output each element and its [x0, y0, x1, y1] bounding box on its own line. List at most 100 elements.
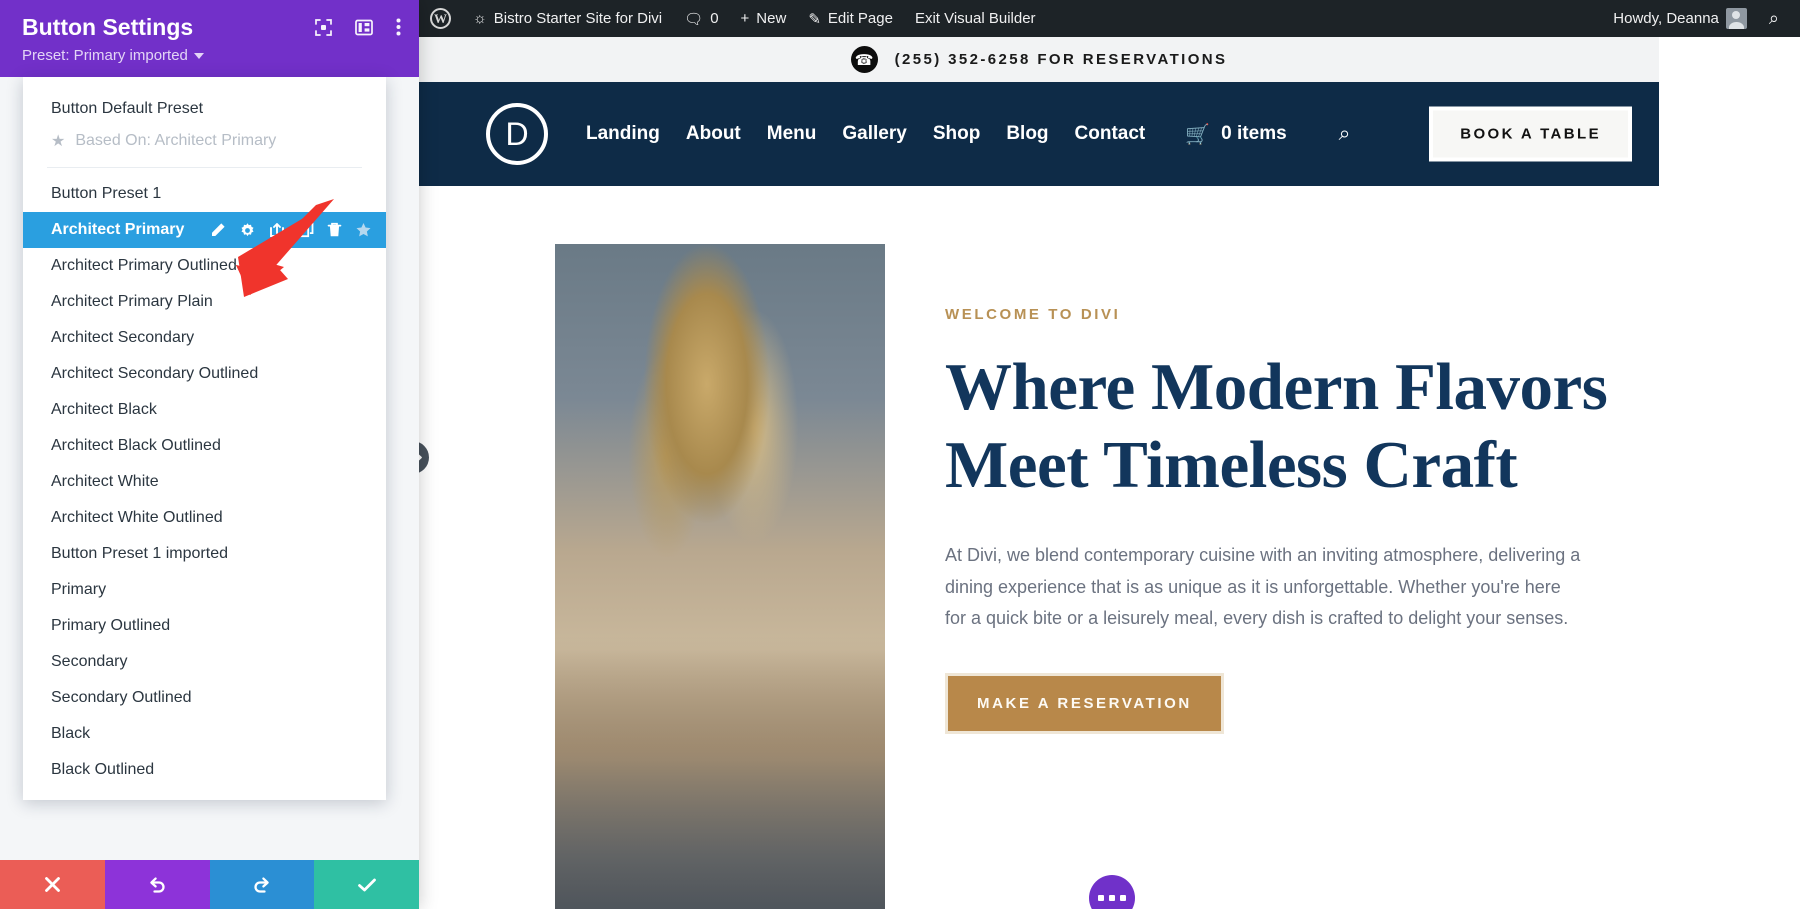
nav-item-about[interactable]: About — [686, 123, 741, 145]
howdy-label: Howdy, Deanna — [1613, 10, 1719, 27]
hero-image — [555, 244, 885, 909]
edit-page-link[interactable]: ✎ Edit Page — [797, 0, 904, 37]
cart-icon: 🛒 — [1185, 123, 1211, 146]
make-a-reservation-button[interactable]: MAKE A RESERVATION — [945, 672, 1224, 734]
dropdown-based-on-row: ★ Based On: Architect Primary — [23, 127, 386, 161]
layout-columns-icon[interactable] — [355, 19, 373, 36]
site-name-label: Bistro Starter Site for Divi — [493, 10, 663, 27]
redo-button[interactable] — [209, 860, 315, 909]
comments-link[interactable]: 🗨 0 — [673, 0, 729, 37]
dropdown-item-default-preset[interactable]: Button Default Preset — [23, 91, 386, 127]
plus-icon: + — [740, 10, 750, 27]
new-content-button[interactable]: + New — [730, 0, 798, 37]
dropdown-item-button-preset-1-imported[interactable]: Button Preset 1 imported — [23, 536, 386, 572]
hero-section: WELCOME TO DIVI Where Modern Flavors Mee… — [419, 186, 1659, 909]
avatar — [1725, 8, 1747, 29]
nav-item-menu[interactable]: Menu — [767, 123, 817, 145]
preset-row-actions — [210, 222, 372, 239]
panel-footer-actions — [0, 860, 419, 909]
site-navbar: D Landing About Menu Gallery Shop Blog C… — [419, 82, 1659, 186]
hero-title: Where Modern Flavors Meet Timeless Craft — [945, 350, 1608, 502]
primary-nav: Landing About Menu Gallery Shop Blog Con… — [586, 122, 1350, 147]
dropdown-item-architect-white[interactable]: Architect White — [23, 464, 386, 500]
dropdown-item-secondary-outlined[interactable]: Secondary Outlined — [23, 680, 386, 716]
edit-pencil-icon[interactable] — [210, 222, 226, 238]
admin-bar-left-group: W ☼ Bistro Starter Site for Divi 🗨 0 + N… — [419, 0, 1047, 37]
star-icon: ★ — [51, 133, 66, 150]
new-label: New — [756, 10, 787, 27]
nav-item-landing[interactable]: Landing — [586, 123, 660, 145]
dot-3-icon — [1120, 895, 1126, 901]
close-x-icon — [44, 877, 60, 892]
dropdown-item-architect-secondary[interactable]: Architect Secondary — [23, 320, 386, 356]
nav-item-contact[interactable]: Contact — [1075, 123, 1146, 145]
hero-eyebrow: WELCOME TO DIVI — [945, 306, 1121, 323]
checkmark-icon — [357, 878, 376, 891]
preset-label: Preset: Primary imported — [22, 47, 188, 64]
logo-letter: D — [505, 115, 529, 152]
nav-search-icon[interactable]: ⌕ — [1339, 122, 1351, 146]
export-upload-icon[interactable] — [269, 222, 285, 238]
dropdown-item-architect-black-outlined[interactable]: Architect Black Outlined — [23, 428, 386, 464]
wp-logo-button[interactable]: W — [419, 0, 462, 37]
dropdown-item-primary-outlined[interactable]: Primary Outlined — [23, 608, 386, 644]
gear-icon[interactable] — [239, 222, 256, 239]
focus-target-icon[interactable] — [315, 18, 332, 36]
dropdown-item-architect-secondary-outlined[interactable]: Architect Secondary Outlined — [23, 356, 386, 392]
button-settings-panel: Button Settings Preset: Primary imported — [0, 0, 419, 909]
dropdown-item-architect-primary[interactable]: Architect Primary — [23, 212, 386, 248]
account-menu[interactable]: Howdy, Deanna — [1602, 0, 1758, 37]
dropdown-item-button-preset-1[interactable]: Button Preset 1 — [23, 176, 386, 212]
dropdown-item-architect-primary-outlined[interactable]: Architect Primary Outlined — [23, 248, 386, 284]
site-name-link[interactable]: ☼ Bistro Starter Site for Divi — [462, 0, 673, 37]
wordpress-logo-icon: W — [430, 8, 451, 29]
dropdown-item-architect-white-outlined[interactable]: Architect White Outlined — [23, 500, 386, 536]
wordpress-admin-bar: W ☼ Bistro Starter Site for Divi 🗨 0 + N… — [419, 0, 1800, 37]
cart-widget[interactable]: 🛒 0 items — [1185, 122, 1286, 147]
phone-icon: ☎ — [850, 46, 878, 73]
dot-1-icon — [1098, 895, 1104, 901]
admin-bar-right-group: Howdy, Deanna ⌕ — [1602, 0, 1800, 37]
based-on-label: Based On: Architect Primary — [75, 132, 277, 149]
duplicate-icon[interactable] — [298, 222, 314, 238]
nav-item-gallery[interactable]: Gallery — [842, 123, 906, 145]
dropdown-item-secondary[interactable]: Secondary — [23, 644, 386, 680]
comment-bubble-icon: 🗨 — [684, 10, 704, 28]
panel-header-icons — [315, 18, 401, 36]
dot-2-icon — [1109, 895, 1115, 901]
nav-item-blog[interactable]: Blog — [1006, 123, 1048, 145]
preset-selector[interactable]: Preset: Primary imported — [22, 47, 397, 64]
comments-count-label: 0 — [710, 10, 719, 27]
undo-button[interactable] — [104, 860, 210, 909]
undo-arrow-icon — [150, 876, 165, 893]
panel-header: Button Settings Preset: Primary imported — [0, 0, 419, 77]
exit-visual-builder-link[interactable]: Exit Visual Builder — [904, 0, 1047, 37]
dropdown-item-black[interactable]: Black — [23, 716, 386, 752]
search-icon: ⌕ — [1768, 8, 1779, 28]
save-button[interactable] — [314, 860, 419, 909]
dashboard-icon: ☼ — [473, 10, 487, 27]
dropdown-item-black-outlined[interactable]: Black Outlined — [23, 752, 386, 788]
dropdown-item-label: Architect Primary — [51, 221, 185, 238]
site-topbar: ☎ (255) 352-6258 FOR RESERVATIONS — [419, 37, 1659, 82]
book-a-table-button[interactable]: BOOK A TABLE — [1429, 106, 1632, 162]
chevron-down-icon — [193, 52, 204, 59]
edit-page-label: Edit Page — [827, 10, 893, 27]
star-icon[interactable] — [355, 222, 372, 238]
site-logo[interactable]: D — [486, 103, 548, 165]
vertical-dots-icon[interactable] — [396, 18, 401, 36]
dropdown-item-architect-primary-plain[interactable]: Architect Primary Plain — [23, 284, 386, 320]
trash-icon[interactable] — [327, 222, 342, 238]
preset-dropdown-menu: Button Default Preset ★ Based On: Archit… — [23, 77, 386, 800]
admin-search-button[interactable]: ⌕ — [1758, 0, 1790, 37]
cart-count-label: 0 items — [1221, 123, 1287, 144]
nav-item-shop[interactable]: Shop — [933, 123, 981, 145]
pencil-icon: ✎ — [808, 10, 821, 28]
visual-builder-canvas: ☎ (255) 352-6258 FOR RESERVATIONS D Land… — [419, 37, 1800, 909]
dropdown-item-primary[interactable]: Primary — [23, 572, 386, 608]
dropdown-item-architect-black[interactable]: Architect Black — [23, 392, 386, 428]
close-button[interactable] — [0, 860, 105, 909]
hero-text-block: WELCOME TO DIVI Where Modern Flavors Mee… — [885, 244, 1659, 909]
hero-body-text: At Divi, we blend contemporary cuisine w… — [945, 545, 1581, 629]
panel-body: Button Default Preset ★ Based On: Archit… — [0, 77, 419, 860]
